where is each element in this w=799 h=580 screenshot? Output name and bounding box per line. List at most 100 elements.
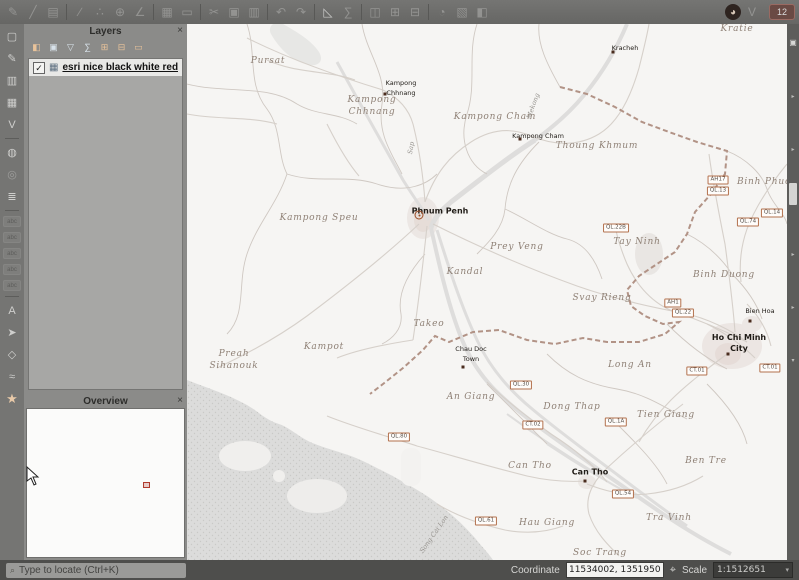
scrollbar-thumb[interactable] <box>789 183 797 205</box>
add-point-feature-icon[interactable]: ∴ <box>91 3 109 21</box>
filter-legend-icon[interactable]: ▽ <box>64 41 77 54</box>
dock-arrow-icon[interactable]: ▸ <box>791 251 794 258</box>
close-icon[interactable]: × <box>177 394 183 408</box>
add-polygon-feature-icon[interactable]: ⊕ <box>111 3 129 21</box>
basemap-graphics <box>187 24 787 560</box>
layers-panel: Layers × ◧ ▣ ▽ ∑ ⊞ ⊟ ▭ ✓ ▦ esri nice black whi… <box>24 24 187 394</box>
search-icon: ⌕ <box>10 565 15 576</box>
overview-panel-title: Overview <box>83 396 127 407</box>
open-layer-styling-icon[interactable]: ◧ <box>30 41 43 54</box>
new-spatialite-layer-icon[interactable]: ▥ <box>3 72 21 89</box>
toolbar-separator <box>5 296 19 297</box>
map-canvas[interactable]: PursatKampong ChhnangKampong ChamKratieT… <box>187 24 787 560</box>
sum-statistics-icon[interactable]: ∑ <box>339 3 357 21</box>
coordinate-value[interactable]: 11534002, 1351950 <box>566 562 664 578</box>
add-raster-layer-icon[interactable]: ▦ <box>3 94 21 111</box>
layer-visibility-checkbox[interactable]: ✓ <box>33 62 45 74</box>
current-edits-icon[interactable]: ✎ <box>4 3 22 21</box>
delete-selected-icon[interactable]: ▭ <box>178 3 196 21</box>
layers-panel-header: Layers × <box>24 24 187 38</box>
toolbar-separator <box>66 4 67 20</box>
form-annotation-icon[interactable]: ▧ <box>453 3 471 21</box>
toolbar-separator <box>153 4 154 20</box>
expand-all-icon[interactable]: ⊞ <box>98 41 111 54</box>
dock-arrow-icon[interactable]: ▸ <box>791 146 794 153</box>
toolbar-separator <box>5 138 19 139</box>
extents-icon[interactable]: ⌖ <box>670 564 676 577</box>
map-tips-icon[interactable]: ◫ <box>366 3 384 21</box>
add-line-annotation-icon[interactable]: ≈ <box>3 368 21 385</box>
label-pin-icon[interactable]: abc <box>3 264 21 275</box>
panel-stack-icon[interactable]: ▣ <box>789 38 797 47</box>
collapse-all-icon[interactable]: ⊟ <box>115 41 128 54</box>
status-bar: ⌕ Type to locate (Ctrl+K) Coordinate 115… <box>0 560 799 580</box>
digitize-line-icon[interactable]: ∕ <box>71 3 89 21</box>
raster-layer-icon: ▦ <box>49 62 58 73</box>
toolbar-separator <box>314 4 315 20</box>
manage-map-themes-icon[interactable]: ▣ <box>47 41 60 54</box>
undo-icon[interactable]: ↶ <box>272 3 290 21</box>
toolbar-separator <box>361 4 362 20</box>
add-delimited-text-layer-icon[interactable]: ≣ <box>3 188 21 205</box>
layers-list: ✓ ▦ esri nice black white red <box>28 58 183 390</box>
dock-arrow-icon[interactable]: ▾ <box>791 357 794 364</box>
vertex-tool-icon[interactable]: ∠ <box>131 3 149 21</box>
overview-panel: Overview × <box>24 394 187 560</box>
text-annotation-icon[interactable]: ◔ <box>433 3 451 21</box>
dock-arrow-icon[interactable]: ▸ <box>791 304 794 311</box>
refresh-map-icon[interactable]: ◕ <box>725 4 741 20</box>
overview-panel-header: Overview × <box>24 394 187 408</box>
scale-dropdown[interactable]: 1:1512651 ▾ <box>713 562 793 578</box>
dock-arrow-icon[interactable]: ▸ <box>791 93 794 100</box>
layer-labeling-single-icon[interactable]: abc <box>3 232 21 243</box>
layer-row[interactable]: ✓ ▦ esri nice black white red <box>29 59 182 76</box>
locator-input[interactable]: ⌕ Type to locate (Ctrl+K) <box>6 563 186 578</box>
toolbar-separator <box>267 4 268 20</box>
new-bookmark-icon[interactable]: ⊞ <box>386 3 404 21</box>
vertex-editor-icon[interactable]: V <box>743 3 761 21</box>
add-vector-layer-icon[interactable]: V <box>3 116 21 133</box>
new-shapefile-layer-icon[interactable]: ✎ <box>3 50 21 67</box>
top-toolbar: ✎╱▤ ∕∴⊕∠ ▦▭ ✂▣▥ ↶↷ ◺∑ ◫⊞⊟ ◔▧◧ ◕V 12 <box>0 0 799 24</box>
add-wfs-layer-icon[interactable]: ◎ <box>3 166 21 183</box>
remove-layer-icon[interactable]: ▭ <box>132 41 145 54</box>
layer-labeling-icon[interactable]: abc <box>3 216 21 227</box>
toggle-editing-icon[interactable]: ╱ <box>24 3 42 21</box>
favorites-star-icon[interactable]: ★ <box>3 390 21 407</box>
show-bookmarks-icon[interactable]: ⊟ <box>406 3 424 21</box>
mouse-cursor <box>26 466 40 486</box>
select-tool-icon[interactable]: ➤ <box>3 324 21 341</box>
layers-panel-toolbar: ◧ ▣ ▽ ∑ ⊞ ⊟ ▭ <box>24 38 187 56</box>
notification-badge: 12 <box>769 4 795 20</box>
layer-name[interactable]: esri nice black white red <box>62 62 178 73</box>
new-geopackage-layer-icon[interactable]: ▢ <box>3 28 21 45</box>
scale-value: 1:1512651 <box>717 565 766 575</box>
style-manager-icon[interactable]: A <box>3 302 21 319</box>
toolbar-separator <box>428 4 429 20</box>
filter-by-expression-icon[interactable]: ∑ <box>81 41 94 54</box>
qgis-window: ✎╱▤∕∴⊕∠▦▭✂▣▥↶↷◺∑◫⊞⊟◔▧◧◕V12 ▢✎▥▦V◍◎≣abcab… <box>0 0 799 580</box>
redo-icon[interactable]: ↷ <box>292 3 310 21</box>
right-dock-strip: ▣ ▸ ▸ ▸ ▸ ▾ <box>787 24 799 560</box>
measure-icon[interactable]: ◺ <box>319 3 337 21</box>
svg-annotation-icon[interactable]: ◧ <box>473 3 491 21</box>
close-icon[interactable]: × <box>177 24 183 38</box>
copy-features-icon[interactable]: ▣ <box>225 3 243 21</box>
scale-label: Scale <box>682 565 707 576</box>
label-options-icon[interactable]: abc <box>3 248 21 259</box>
add-wms-layer-icon[interactable]: ◍ <box>3 144 21 161</box>
cut-features-icon[interactable]: ✂ <box>205 3 223 21</box>
label-move-icon[interactable]: abc <box>3 280 21 291</box>
modify-attributes-icon[interactable]: ▦ <box>158 3 176 21</box>
add-polygon-annotation-icon[interactable]: ◇ <box>3 346 21 363</box>
layers-panel-title: Layers <box>89 26 121 37</box>
overview-map[interactable] <box>26 408 185 558</box>
coordinate-label: Coordinate <box>511 565 560 576</box>
toolbar-separator <box>5 210 19 211</box>
toolbar-separator <box>200 4 201 20</box>
save-layer-edits-icon[interactable]: ▤ <box>44 3 62 21</box>
overview-extent-rect[interactable] <box>143 482 150 488</box>
international-border <box>370 87 727 394</box>
locator-placeholder: Type to locate (Ctrl+K) <box>19 565 119 576</box>
paste-features-icon[interactable]: ▥ <box>245 3 263 21</box>
